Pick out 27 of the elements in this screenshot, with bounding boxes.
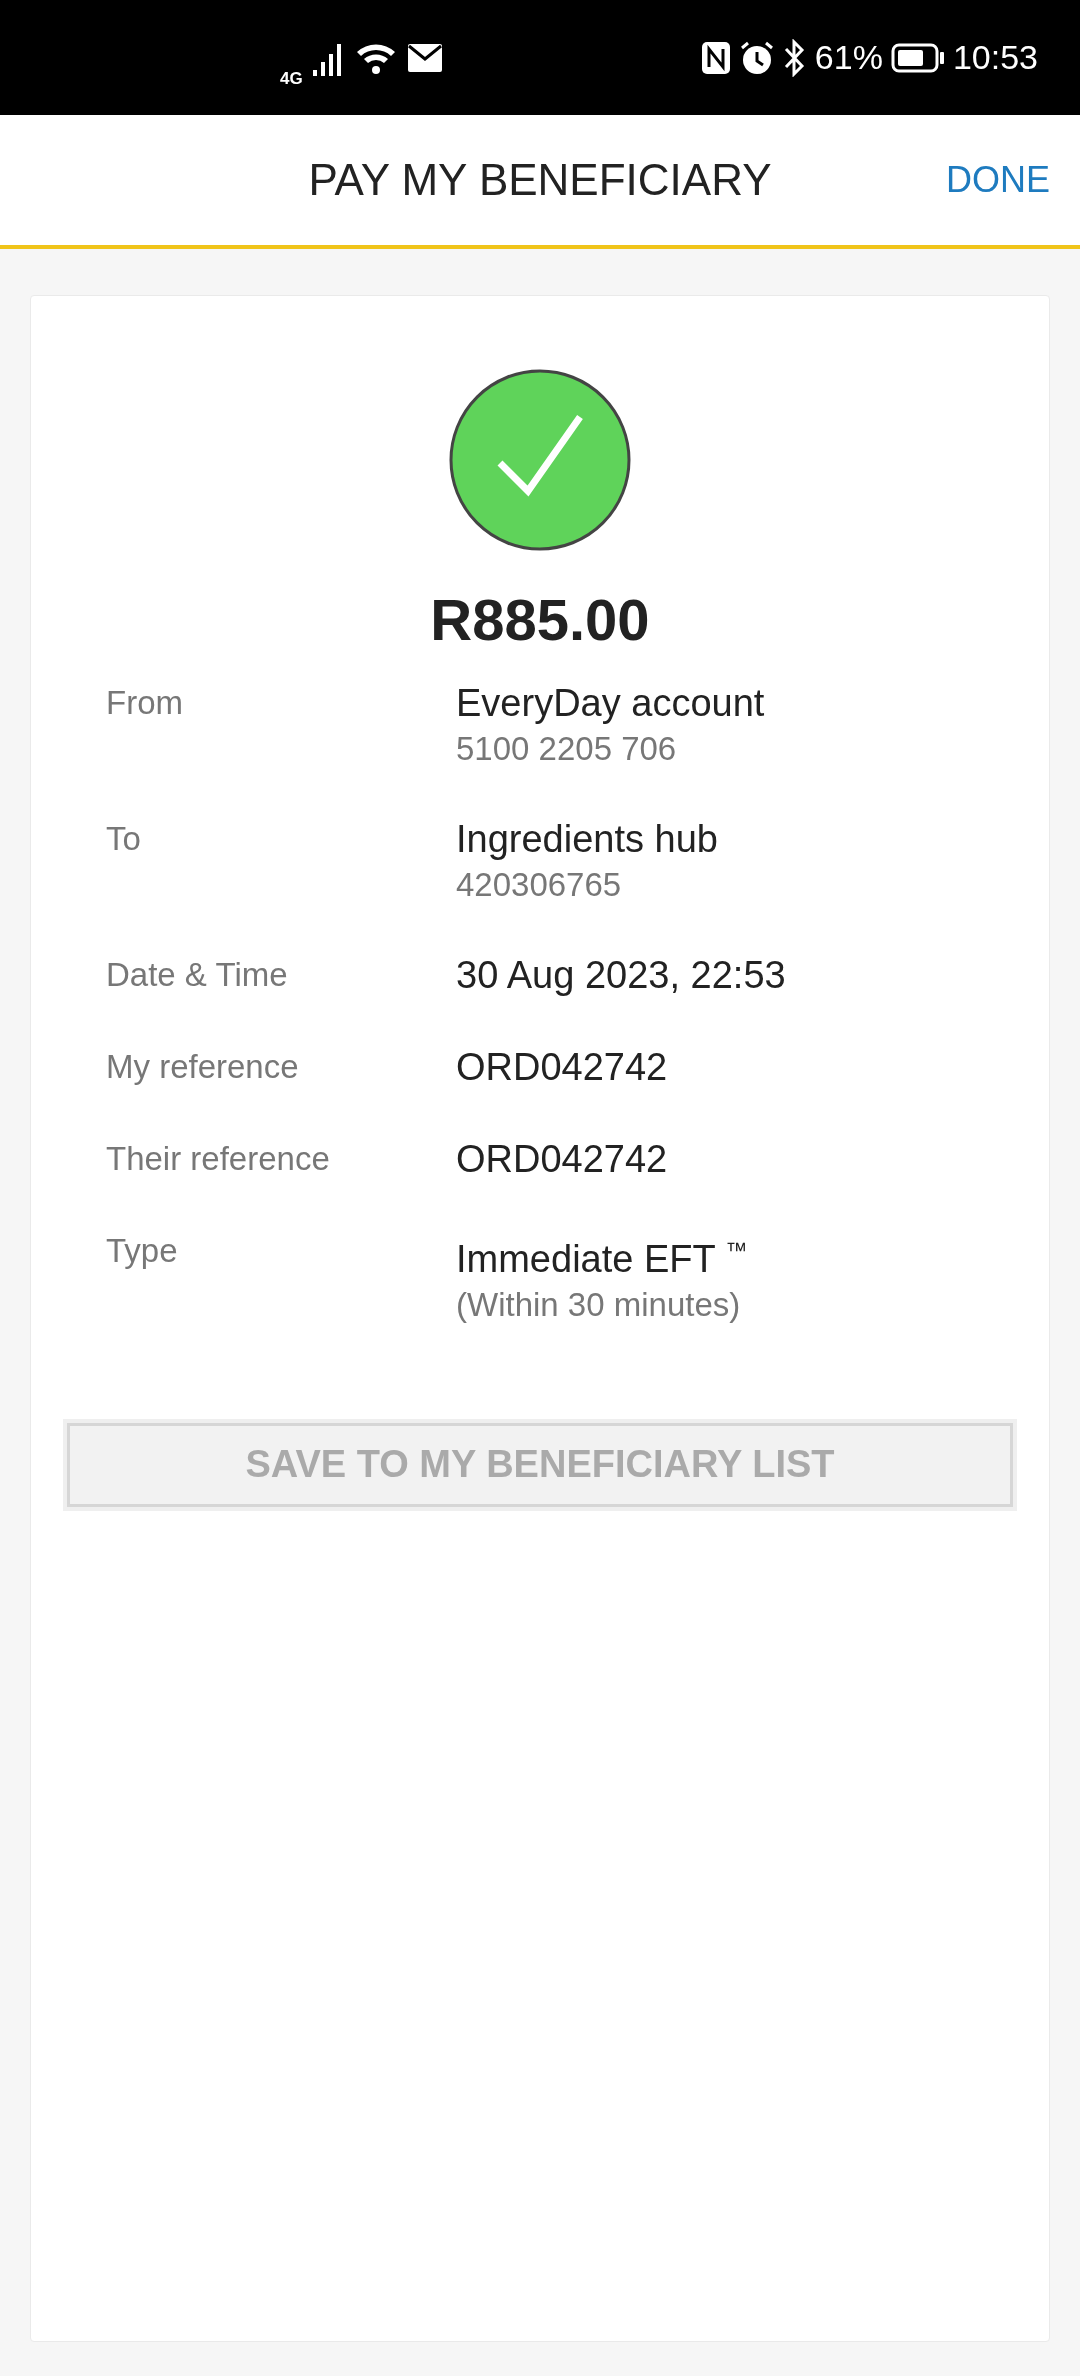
network-type: 4G [280,68,303,89]
bluetooth-icon [782,38,807,77]
detail-label: From [106,683,184,723]
detail-subtext: 5100 2205 706 [456,729,678,769]
payment-amount: R885.00 [430,586,650,653]
success-check-icon [448,368,632,552]
detail-label: To [106,819,142,859]
screen-title: PAY MY BENEFICIARY [308,155,772,205]
detail-label: My reference [106,1047,300,1087]
detail-value: Ingredients hub [456,817,718,862]
detail-label: Date & Time [106,955,289,995]
done-button[interactable]: DONE [946,159,1050,201]
detail-label: Their reference [106,1139,331,1179]
nfc-icon [700,40,731,75]
detail-value: 30 Aug 2023, 22:53 [456,953,786,998]
detail-value: EveryDay account [456,681,765,726]
mail-icon [406,42,443,73]
alarm-icon [738,39,775,76]
detail-value: ORD042742 [456,1045,668,1090]
clock-time: 10:53 [952,38,1038,77]
detail-subtext: 420306765 [456,865,623,905]
battery-icon [890,42,945,73]
detail-subtext: (Within 30 minutes) [456,1284,742,1325]
battery-percent: 61% [814,38,883,77]
detail-label: Type [106,1231,179,1271]
detail-value: ORD042742 [456,1137,668,1182]
detail-value: Immediate EFT $^{™}$ [456,1236,748,1282]
